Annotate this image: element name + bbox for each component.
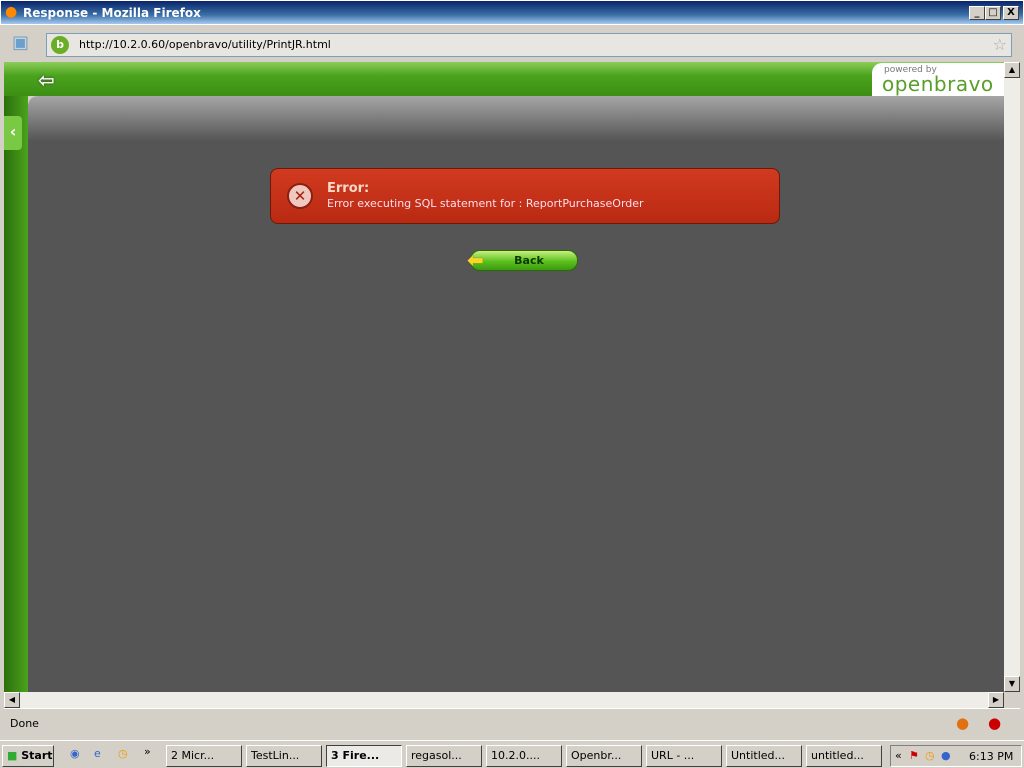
openbravo-logo: powered by openbravo [872,63,1004,96]
left-frame [4,96,28,692]
start-button[interactable]: ■ Start [2,745,54,767]
scroll-left-button[interactable]: ◀ [4,692,20,708]
task-item[interactable]: Openbr... [566,745,642,767]
clock[interactable]: 6:13 PM [969,750,1013,763]
vertical-scrollbar[interactable]: ▲ ▼ [1004,62,1020,692]
minimize-button[interactable]: _ [969,6,985,20]
page-icon: ▣ [12,32,30,53]
back-button-label: Back [514,254,544,267]
logo-name: openbravo [882,72,994,96]
horizontal-scrollbar[interactable]: ◀ ▶ [4,692,1004,708]
task-item[interactable]: 3 Fire... [326,745,402,767]
collapse-menu-icon[interactable]: ‹ [4,116,22,150]
back-arrow-icon: ⬅ [467,248,484,272]
flag-icon[interactable]: ⚑ [909,749,919,762]
scroll-down-button[interactable]: ▼ [1004,676,1020,692]
clock-app-icon[interactable]: ◷ [118,747,128,760]
more-icon[interactable]: » [144,745,151,758]
title-bar: ● Response - Mozilla Firefox _ □ X [0,0,1024,25]
scroll-right-button[interactable]: ▶ [988,692,1004,708]
status-text: Done [10,717,39,730]
app-header [4,62,1004,96]
maximize-button[interactable]: □ [985,6,1001,20]
task-item[interactable]: regasol... [406,745,482,767]
bookmark-star-icon[interactable]: ☆ [993,35,1007,54]
back-arrow-icon[interactable]: ⇦ [38,68,55,92]
ie-icon[interactable]: e [94,747,101,760]
back-button[interactable]: ⬅ Back [467,248,578,272]
firefox-icon: ● [5,4,18,20]
firefox-status-icon[interactable]: ● [956,714,969,732]
scroll-up-button[interactable]: ▲ [1004,62,1020,78]
start-label: Start [21,749,53,762]
system-tray: « ⚑ ◷ ● 6:13 PM [890,745,1022,767]
error-icon: ✕ [287,183,313,209]
task-item[interactable]: Untitled... [726,745,802,767]
site-identity-icon[interactable]: b [51,36,69,54]
close-button[interactable]: X [1003,6,1019,20]
tray-expand-icon[interactable]: « [895,749,902,762]
error-title: Error: [327,181,370,196]
window-title: Response - Mozilla Firefox [23,6,201,20]
task-item[interactable]: URL - ... [646,745,722,767]
taskbar: ■ Start ◉ e ◷ » 2 Micr... TestLin... 3 F… [0,740,1024,768]
status-bar: Done ● ● [4,708,1020,738]
task-item[interactable]: 2 Micr... [166,745,242,767]
network-icon[interactable]: ● [941,749,951,762]
error-text: Error executing SQL statement for : Repo… [327,197,644,210]
url-text[interactable]: http://10.2.0.60/openbravo/utility/Print… [79,38,331,51]
error-message-box: ✕ Error: Error executing SQL statement f… [270,168,780,224]
task-item[interactable]: TestLin... [246,745,322,767]
url-bar[interactable]: b http://10.2.0.60/openbravo/utility/Pri… [46,33,1012,57]
task-item[interactable]: untitled... [806,745,882,767]
info-icon[interactable]: ● [988,714,1001,732]
quicklaunch-icon[interactable]: ◉ [70,747,80,760]
clock-tray-icon[interactable]: ◷ [925,749,935,762]
task-item[interactable]: 10.2.0.... [486,745,562,767]
